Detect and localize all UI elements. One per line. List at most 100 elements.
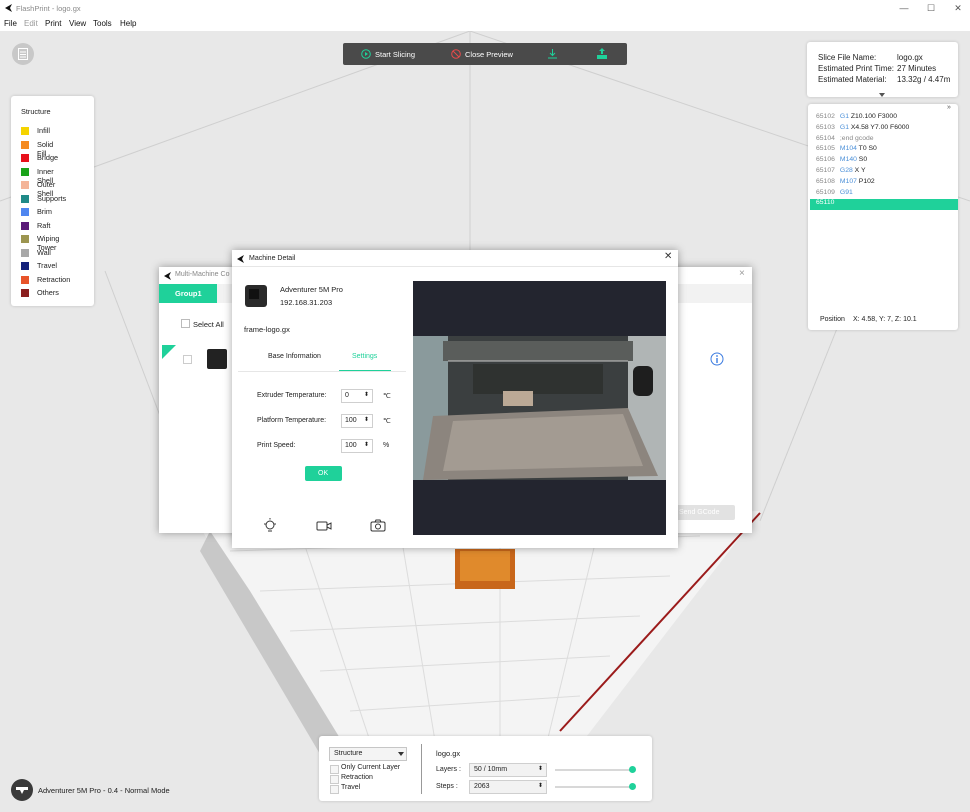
legend-swatch (21, 140, 29, 149)
steps-spinbox[interactable]: 2063 ⬍ (469, 780, 547, 794)
export-button[interactable] (538, 43, 566, 65)
gcode-args: S0 (856, 156, 868, 164)
legend-title: Structure (21, 107, 51, 116)
close-window-button[interactable]: ✕ (944, 2, 970, 15)
gcode-command: M107 (839, 177, 857, 185)
menu-edit[interactable]: Edit (24, 19, 38, 28)
only-current-layer-checkbox[interactable] (330, 765, 339, 774)
close-preview-button[interactable]: Close Preview (443, 43, 533, 65)
gcode-line-number: 65105 (816, 145, 835, 153)
layers-slider-handle[interactable] (629, 766, 636, 773)
gcode-line[interactable]: 65105 M104 T0 S0 (816, 145, 956, 156)
gcode-command: G91 (839, 188, 853, 196)
legend-swatch (21, 194, 29, 203)
platform-temp-spinbox[interactable]: 100 ⬍ (341, 414, 373, 428)
legend-swatch (21, 154, 29, 162)
print-time-value: 27 Minutes (897, 64, 937, 73)
select-all-checkbox[interactable] (181, 319, 190, 328)
tab-divider (238, 371, 406, 372)
print-speed-label: Print Speed: (257, 442, 296, 449)
extruder-temp-spinbox[interactable]: 0 ⬍ (341, 389, 373, 403)
multi-close-button[interactable]: × (739, 268, 745, 279)
extruder-temp-label: Extruder Temperature: (257, 392, 327, 399)
legend-swatch (21, 181, 29, 189)
travel-checkbox[interactable] (330, 785, 339, 794)
platform-temp-label: Platform Temperature: (257, 417, 327, 424)
menu-view[interactable]: View (69, 19, 86, 28)
start-slicing-label: Start Slicing (375, 50, 416, 59)
legend-label: Infill (37, 126, 50, 135)
legend-label: Others (37, 288, 59, 297)
legend-swatch (21, 221, 29, 230)
menu-bar: File Edit Print View Tools Help (0, 17, 970, 31)
gcode-line[interactable]: 65109 G91 (816, 189, 956, 200)
maximize-button[interactable]: ☐ (917, 2, 945, 15)
gcode-line[interactable]: 65110 (810, 199, 958, 211)
chevron-down-icon (398, 752, 404, 756)
expand-icon[interactable]: » (947, 104, 951, 111)
start-slicing-button[interactable]: Start Slicing (351, 43, 441, 65)
spin-arrows-icon[interactable]: ⬍ (364, 441, 369, 448)
status-text: Adventurer 5M Pro - 0.4 - Normal Mode (38, 786, 170, 795)
layers-spinbox[interactable]: 50 / 10mm ⬍ (469, 763, 547, 777)
top-toolbar: Start Slicing Close Preview (343, 43, 627, 65)
legend-swatch (21, 289, 29, 297)
slice-file-label: Slice File Name: (818, 53, 877, 62)
legend-label: Raft (37, 220, 51, 230)
tab-base-information[interactable]: Base Information (259, 348, 334, 366)
platform-temp-value: 100 (345, 417, 357, 424)
legend-label: Brim (37, 207, 52, 216)
machine-type-button[interactable] (11, 779, 33, 801)
gcode-line[interactable]: 65108 M107 P102 (816, 178, 956, 189)
legend-label: Wall (37, 247, 51, 257)
legend-swatch (21, 167, 29, 176)
layers-label: Layers : (436, 766, 461, 773)
ok-button[interactable]: OK (305, 466, 342, 481)
legend-swatch (21, 275, 29, 284)
steps-slider-handle[interactable] (629, 783, 636, 790)
bottom-control-panel: Structure Only Current Layer Retraction … (319, 736, 652, 801)
gcode-line[interactable]: 65103 G1 X4.58 Y7.00 F6000 (816, 124, 956, 135)
minimize-button[interactable]: — (890, 2, 918, 15)
machine-checkbox[interactable] (183, 355, 192, 364)
document-button[interactable] (12, 43, 34, 65)
camera-feed (413, 281, 666, 535)
layers-slider[interactable] (555, 769, 633, 771)
gcode-panel[interactable]: » 65102 G1 Z10.100 F3000 65103 G1 X4.58 Y7.… (808, 104, 958, 330)
spin-arrows-icon[interactable]: ⬍ (364, 391, 369, 398)
spin-arrows-icon[interactable]: ⬍ (538, 782, 543, 789)
steps-slider[interactable] (555, 786, 633, 788)
print-send-button[interactable] (588, 43, 616, 65)
mode-select[interactable]: Structure (329, 747, 407, 761)
gcode-line[interactable]: 65106 M140 S0 (816, 156, 956, 167)
print-speed-unit: % (383, 442, 390, 449)
gcode-command: G28 (839, 167, 853, 174)
slice-file-value: logo.gx (897, 53, 923, 62)
spin-arrows-icon[interactable]: ⬍ (364, 416, 369, 423)
lightbulb-icon[interactable] (263, 518, 277, 534)
collapse-arrow-icon[interactable] (879, 93, 885, 97)
info-icon[interactable] (710, 352, 724, 366)
gcode-line-number: 65108 (816, 177, 835, 185)
tab-group1[interactable]: Group1 (159, 284, 217, 303)
camera-icon[interactable] (370, 519, 386, 532)
menu-file[interactable]: File (4, 19, 17, 28)
retraction-checkbox[interactable] (330, 775, 339, 784)
menu-tools[interactable]: Tools (93, 19, 112, 28)
gcode-line[interactable]: 65107 G28 X Y (816, 167, 956, 178)
tab-settings[interactable]: Settings (339, 348, 391, 372)
legend-label: Supports (37, 193, 67, 203)
gcode-line[interactable]: 65104 ;end gcode (816, 135, 956, 146)
machine-detail-dialog: Machine Detail ✕ Adventurer 5M Pro 192.1… (232, 250, 678, 548)
menu-print[interactable]: Print (45, 19, 61, 28)
menu-help[interactable]: Help (120, 19, 136, 28)
legend-swatch (21, 262, 29, 270)
gcode-line[interactable]: 65102 G1 Z10.100 F3000 (816, 113, 956, 124)
spin-arrows-icon[interactable]: ⬍ (538, 765, 543, 772)
print-speed-spinbox[interactable]: 100 ⬍ (341, 439, 373, 453)
close-preview-label: Close Preview (465, 50, 513, 59)
video-camera-icon[interactable] (316, 520, 332, 532)
gcode-args: ;end gcode (839, 134, 874, 142)
machine-detail-close-button[interactable]: ✕ (664, 251, 672, 262)
gcode-line-number: 65104 (816, 134, 835, 142)
